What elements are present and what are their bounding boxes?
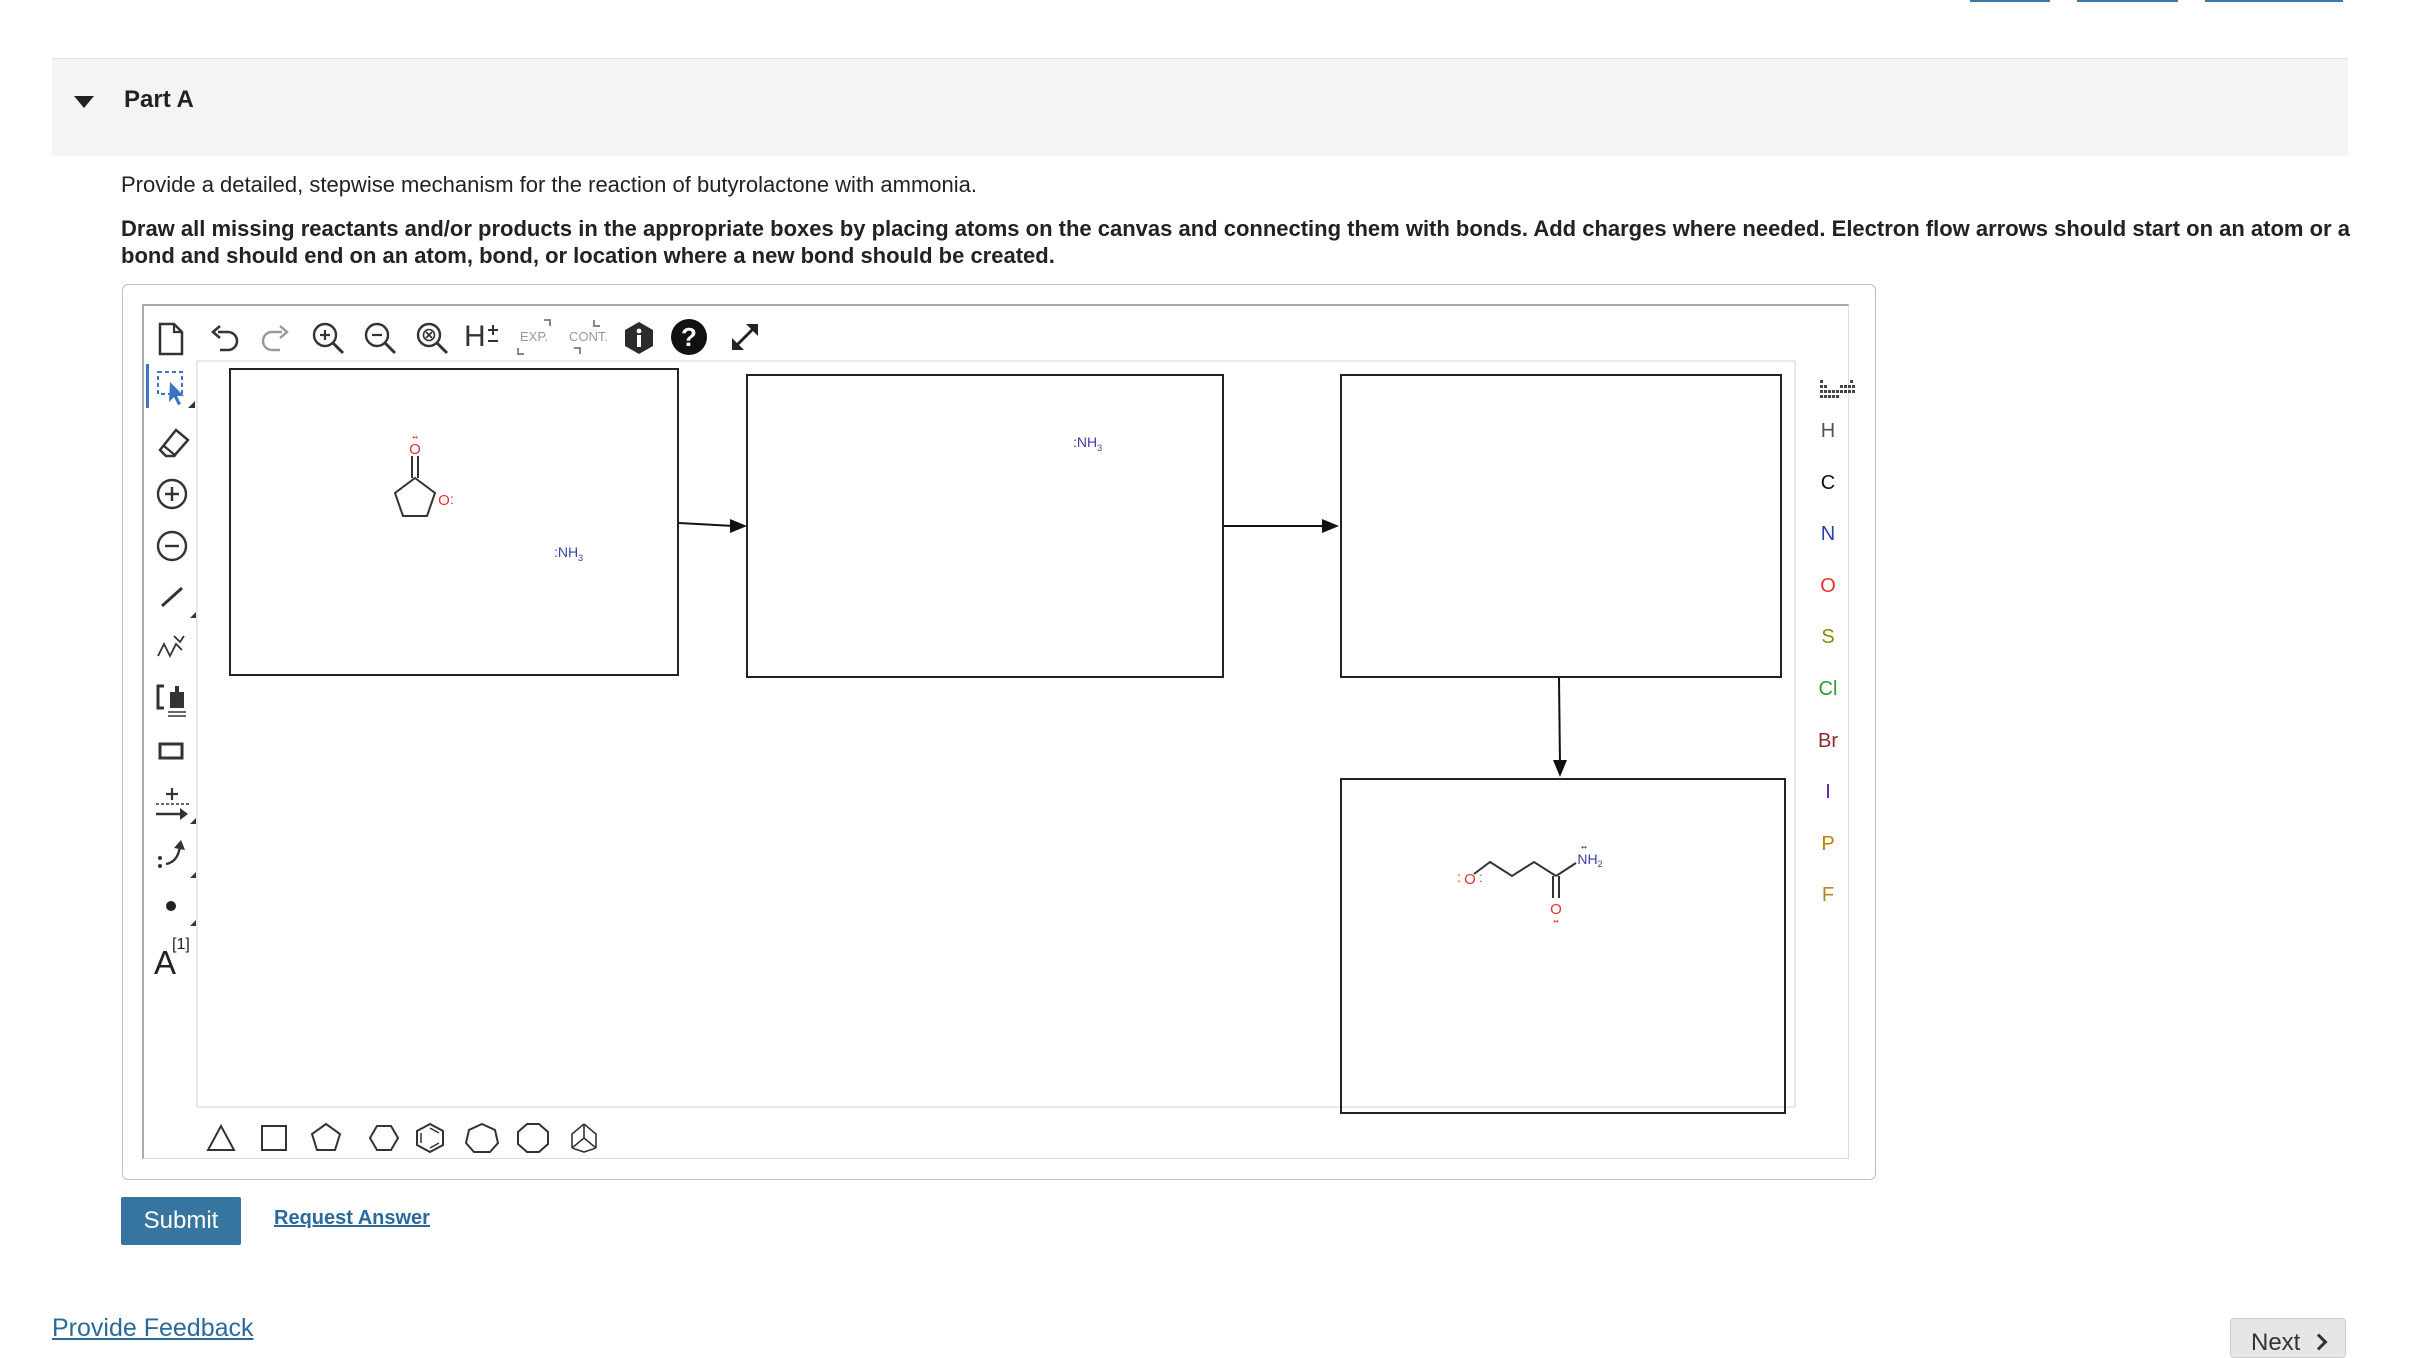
amide-nitrogen: NH2 [1577, 851, 1602, 869]
amide-nitrogen-lone-pair: •• [1581, 843, 1587, 852]
carbonyl-oxygen-lone-pairs: •• [412, 433, 418, 442]
shape-toolbar [206, 1122, 597, 1154]
submit-button[interactable]: Submit [121, 1197, 241, 1245]
square-icon[interactable] [261, 1125, 287, 1151]
element-button-i[interactable]: I [1808, 781, 1848, 804]
next-label: Next [2250, 1329, 2301, 1356]
bicyclic-icon[interactable] [571, 1123, 597, 1153]
hydroxyl-oxygen-lone-pair-2: : [1479, 869, 1483, 885]
element-button-h[interactable]: H [1808, 420, 1848, 443]
ring-oxygen-lone-pair: : [450, 491, 454, 507]
hydroxyl-oxygen-lone-pair: : [1457, 869, 1461, 885]
pentagon-icon[interactable] [310, 1122, 342, 1151]
benzene-icon[interactable] [416, 1122, 444, 1154]
element-button-c[interactable]: C [1808, 472, 1848, 495]
hexagon-icon[interactable] [368, 1125, 400, 1151]
ammonia-nh: NH [1076, 434, 1098, 450]
arrow-box3-to-box4 [1553, 677, 1567, 777]
element-button-f[interactable]: F [1808, 884, 1848, 907]
next-button[interactable]: Next [2230, 1318, 2346, 1358]
lactone-ring-bonds [393, 456, 437, 517]
element-button-p[interactable]: P [1808, 833, 1848, 856]
octagon-icon[interactable] [517, 1123, 549, 1153]
ring-oxygen: O [438, 492, 450, 509]
arrow-box2-to-box3 [1224, 519, 1339, 533]
ammonia-label-box2: :NH3 [1073, 434, 1102, 453]
product-bonds [1473, 860, 1577, 898]
amide-oxygen-lone-pairs: •• [1553, 917, 1559, 926]
hydroxyl-oxygen: O [1464, 871, 1476, 888]
chevron-right-icon [2310, 1333, 2328, 1351]
ammonia-subscript: 3 [578, 552, 584, 563]
butyrolactone-molecule: O •• O : [393, 433, 454, 517]
carbonyl-oxygen: O [409, 441, 421, 458]
triangle-icon[interactable] [206, 1123, 236, 1151]
hydroxybutanamide-molecule: O : : NH2 •• O •• [1457, 843, 1603, 926]
ammonia-label-box1: :NH3 [554, 544, 583, 563]
request-answer-link[interactable]: Request Answer [274, 1207, 430, 1230]
element-button-o[interactable]: O [1808, 575, 1848, 598]
heptagon-icon[interactable] [464, 1122, 500, 1153]
provide-feedback-link[interactable]: Provide Feedback [52, 1314, 254, 1343]
element-button-br[interactable]: Br [1808, 730, 1848, 753]
ammonia-nh: NH [557, 544, 579, 560]
periodic-table-icon[interactable] [1818, 378, 1858, 402]
arrow-box1-to-box2 [678, 519, 747, 533]
element-button-s[interactable]: S [1808, 626, 1848, 649]
element-button-cl[interactable]: Cl [1808, 678, 1848, 701]
amide-oxygen: O [1550, 901, 1562, 918]
element-button-n[interactable]: N [1808, 523, 1848, 546]
ammonia-subscript: 3 [1097, 442, 1103, 453]
